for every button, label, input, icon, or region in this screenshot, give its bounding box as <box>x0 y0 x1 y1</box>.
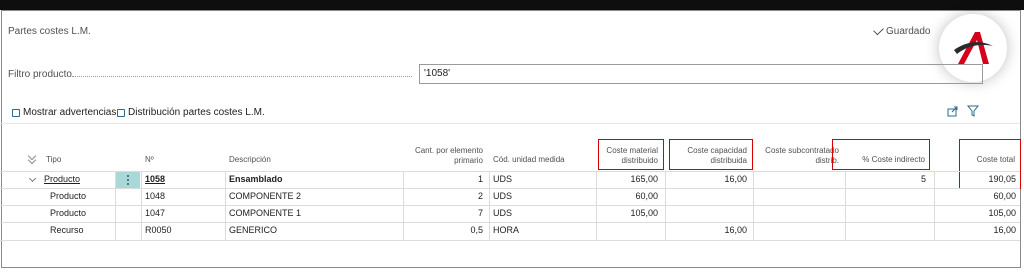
document-icon <box>117 108 125 117</box>
header-coste-capacidad-line2: distribuida <box>710 156 747 165</box>
header-coste-material-line2: distribuido <box>621 156 658 165</box>
cell-unidad: UDS <box>493 208 513 218</box>
cell-descripcion: COMPONENTE 1 <box>229 208 302 218</box>
cell-tipo: Recurso <box>50 225 84 235</box>
check-icon <box>873 24 884 36</box>
cell-coste-capacidad: 16,00 <box>724 225 747 235</box>
cell-coste-total: 60,00 <box>993 191 1016 201</box>
filter-product-input[interactable]: '1058' <box>419 64 983 84</box>
header-no[interactable]: Nº <box>145 155 154 165</box>
header-coste-subcontratado-line1: Coste subcontratado <box>765 146 839 155</box>
cell-unidad: HORA <box>493 225 520 235</box>
cell-no: 1047 <box>145 208 166 218</box>
distribution-button[interactable]: Distribución partes costes L.M. <box>117 107 265 118</box>
cell-tipo: Producto <box>50 208 87 218</box>
show-warnings-button[interactable]: Mostrar advertencias <box>12 107 116 118</box>
cell-descripcion: GENERICO <box>229 225 278 235</box>
distribution-label: Distribución partes costes L.M. <box>128 107 265 118</box>
saved-label: Guardado <box>886 26 931 37</box>
cell-no: R0050 <box>145 225 172 235</box>
cell-unidad: UDS <box>493 174 513 184</box>
cell-cant: 2 <box>477 191 483 201</box>
header-coste-capacidad[interactable]: Coste capacidad distribuida <box>672 146 747 166</box>
cell-unidad: UDS <box>493 191 513 201</box>
cell-tipo: Producto <box>50 191 87 201</box>
warning-doc-icon <box>12 108 20 117</box>
table-row[interactable]: Producto 1047 COMPONENTE 1 7 UDS 105,00 … <box>0 205 1020 222</box>
saved-status: Guardado <box>873 24 931 37</box>
share-icon[interactable] <box>946 104 960 118</box>
header-descripcion[interactable]: Descripción <box>229 155 271 165</box>
cell-coste-total: 105,00 <box>988 208 1016 218</box>
table-row[interactable]: Producto 1058 Ensamblado 1 UDS 165,00 16… <box>0 171 1020 188</box>
filter-icon[interactable] <box>966 104 980 118</box>
header-coste-subcontratado-line2: distrib. <box>815 156 839 165</box>
cell-coste-material: 165,00 <box>630 174 658 184</box>
bottom-strip <box>0 268 1024 279</box>
cell-cant: 1 <box>477 174 483 184</box>
row-divider <box>0 240 1020 241</box>
header-unidad[interactable]: Cód. unidad medida <box>493 155 565 165</box>
cell-cant: 7 <box>477 208 483 218</box>
header-cant-line1: Cant. por elemento <box>414 146 483 155</box>
filter-product-label: Filtro producto <box>8 69 72 80</box>
header-coste-subcontratado[interactable]: Coste subcontratado distrib. <box>757 146 839 166</box>
cell-descripcion: Ensamblado <box>229 174 283 184</box>
page-title: Partes costes L.M. <box>8 26 91 37</box>
filter-leader-dots <box>72 76 412 77</box>
cell-coste-total: 16,00 <box>993 225 1016 235</box>
header-pct-indirecto[interactable]: % Coste indirecto <box>836 155 925 165</box>
cell-no: 1048 <box>145 191 166 201</box>
header-tipo[interactable]: Tipo <box>46 155 61 165</box>
header-cant-line2: primario <box>454 156 483 165</box>
header-coste-total[interactable]: Coste total <box>962 155 1015 165</box>
cell-cant: 0,5 <box>470 225 483 235</box>
top-bar <box>0 0 1024 10</box>
header-coste-material[interactable]: Coste material distribuido <box>600 146 658 166</box>
cell-pct-indirecto: 5 <box>920 174 926 184</box>
table-row[interactable]: Recurso R0050 GENERICO 0,5 HORA 16,00 16… <box>0 222 1020 239</box>
header-cant[interactable]: Cant. por elemento primario <box>405 146 483 166</box>
cell-coste-material: 105,00 <box>630 208 658 218</box>
cell-descripcion: COMPONENTE 2 <box>229 191 302 201</box>
cell-tipo[interactable]: Producto <box>44 174 80 184</box>
cell-coste-capacidad: 16,00 <box>724 174 747 184</box>
cell-coste-total: 190,05 <box>988 174 1016 184</box>
header-coste-material-line1: Coste material <box>606 146 658 155</box>
show-warnings-label: Mostrar advertencias <box>23 107 117 118</box>
table-row[interactable]: Producto 1048 COMPONENTE 2 2 UDS 60,00 6… <box>0 188 1020 205</box>
cell-coste-material: 60,00 <box>635 191 658 201</box>
cell-no[interactable]: 1058 <box>145 174 165 184</box>
header-coste-capacidad-line1: Coste capacidad <box>687 146 747 155</box>
toolbar-separator <box>0 123 1020 124</box>
